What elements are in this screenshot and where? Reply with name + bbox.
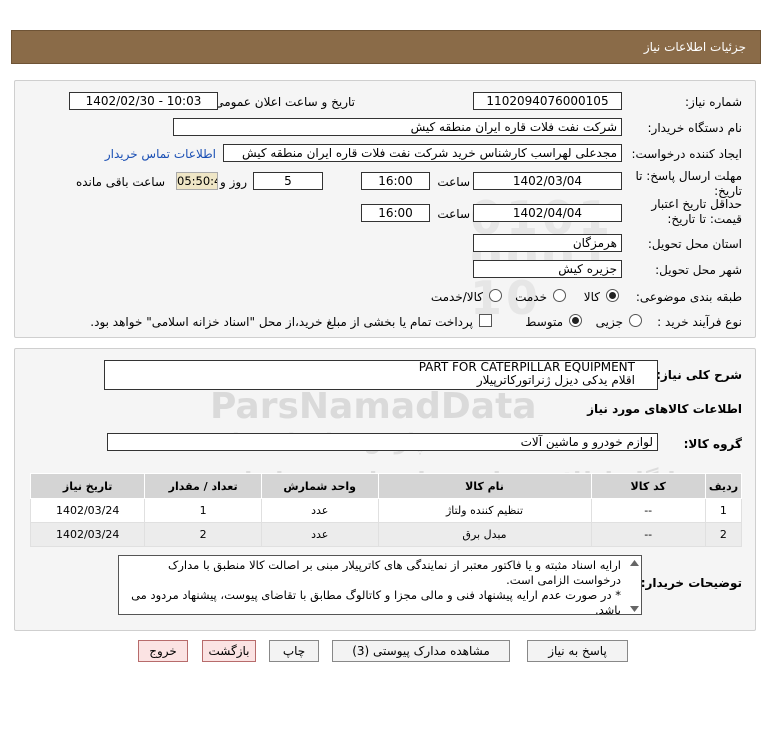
col-quantity: تعداد / مقدار <box>144 473 262 499</box>
process-minor-radio[interactable] <box>629 314 642 327</box>
city-field: جزیره کیش <box>473 260 622 278</box>
page-title: جزئیات اطلاعات نیاز <box>643 40 746 54</box>
category-label: طبقه بندی موضوعی: <box>635 290 742 304</box>
category-service-radio[interactable] <box>553 289 566 302</box>
category-goods-service-radio[interactable] <box>489 289 502 302</box>
table-row: 1402/03/24 2 عدد مبدل برق -- 2 <box>29 522 743 547</box>
category-goods-service-label: کالا/خدمت <box>430 290 483 304</box>
cell-row-number: 1 <box>704 498 743 523</box>
buyer-notes-text: ارایه اسناد مثبته و یا فاکتور معتبر از ن… <box>131 558 621 615</box>
cell-item-name: مبدل برق <box>377 522 592 547</box>
table-row: 1402/03/24 1 عدد تنظیم کننده ولتاژ -- 1 <box>29 498 743 523</box>
remaining-time-field: 05:50:43 <box>176 172 218 190</box>
cell-need-date: 1402/03/24 <box>29 522 146 547</box>
col-need-date: تاریخ نیاز <box>29 473 146 499</box>
days-field: 5 <box>253 172 323 190</box>
summary-line-2: اقلام یدکی دیزل ژنراتورکاترپیلار <box>476 373 635 387</box>
need-number-field: 1102094076000105 <box>473 92 622 110</box>
exit-button[interactable]: خروج <box>138 640 188 662</box>
buyer-notes-label: توضیحات خریدار: <box>640 576 742 590</box>
summary-field: PART FOR CATERPILLAR EQUIPMENT اقلام یدک… <box>104 360 658 390</box>
buyer-org-field: شرکت نفت فلات قاره ایران منطقه کیش <box>173 118 622 136</box>
validity-date-field: 1402/04/04 <box>473 204 622 222</box>
buyer-contact-link[interactable]: اطلاعات تماس خریدار <box>105 147 216 161</box>
cell-unit: عدد <box>260 498 379 523</box>
province-label: استان محل تحویل: <box>647 237 742 251</box>
buyer-notes-box[interactable]: ارایه اسناد مثبته و یا فاکتور معتبر از ن… <box>118 555 642 615</box>
reply-time-label: ساعت <box>437 175 470 189</box>
cell-quantity: 2 <box>144 522 262 547</box>
process-minor-label: جزیی <box>595 315 623 329</box>
cell-item-code: -- <box>590 522 706 547</box>
view-attachments-button[interactable]: مشاهده مدارک پیوستی (3) <box>332 640 510 662</box>
cell-unit: عدد <box>260 522 379 547</box>
process-medium-radio[interactable] <box>569 314 582 327</box>
col-row-number: ردیف <box>704 473 743 499</box>
goods-info-title: اطلاعات کالاهای مورد نیاز <box>587 402 742 416</box>
goods-table: تاریخ نیاز تعداد / مقدار واحد شمارش نام … <box>29 473 743 547</box>
col-item-code: کد کالا <box>590 473 706 499</box>
cell-item-code: -- <box>590 498 706 523</box>
reply-button[interactable]: پاسخ به نیاز <box>527 640 628 662</box>
page: جزئیات اطلاعات نیاز 0101000110 شماره نیا… <box>0 0 770 745</box>
reply-date-field: 1402/03/04 <box>473 172 622 190</box>
city-label: شهر محل تحویل: <box>655 263 742 277</box>
treasury-payment-note: پرداخت تمام یا بخشی از مبلغ خرید،از محل … <box>90 315 473 329</box>
print-button[interactable]: چاپ <box>269 640 319 662</box>
goods-group-field: لوازم خودرو و ماشین آلات <box>107 433 658 451</box>
announce-date-field: 1402/02/30 - 10:03 <box>69 92 218 110</box>
price-validity-label: حداقل تاریخ اعتبار قیمت: تا تاریخ: <box>651 197 742 226</box>
goods-group-label: گروه کالا: <box>683 437 742 451</box>
process-type-label: نوع فرآیند خرید : <box>657 315 742 329</box>
cell-item-name: تنظیم کننده ولتاژ <box>377 498 592 523</box>
cell-need-date: 1402/03/24 <box>29 498 146 523</box>
announce-date-label: تاریخ و ساعت اعلان عمومی: <box>210 95 355 109</box>
requester-label: ایجاد کننده درخواست: <box>631 147 742 161</box>
category-goods-radio[interactable] <box>606 289 619 302</box>
process-medium-label: متوسط <box>525 315 563 329</box>
category-service-label: خدمت <box>515 290 547 304</box>
province-field: هرمزگان <box>473 234 622 252</box>
col-unit: واحد شمارش <box>260 473 379 499</box>
reply-time-field: 16:00 <box>361 172 430 190</box>
validity-time-field: 16:00 <box>361 204 430 222</box>
category-goods-label: کالا <box>583 290 600 304</box>
days-label: روز و <box>220 175 247 189</box>
col-item-name: نام کالا <box>377 473 592 499</box>
reply-deadline-label: مهلت ارسال پاسخ: تا تاریخ: <box>635 169 742 198</box>
buyer-org-label: نام دستگاه خریدار: <box>647 121 743 135</box>
scrollbar-arrows-icon[interactable] <box>630 560 639 612</box>
back-button[interactable]: بازگشت <box>202 640 256 662</box>
validity-time-label: ساعت <box>437 207 470 221</box>
requester-field: مجدعلی لهراسب کارشناس خرید شرکت نفت فلات… <box>223 144 622 162</box>
cell-quantity: 1 <box>144 498 262 523</box>
summary-label: شرح کلی نیاز: <box>656 368 742 382</box>
treasury-payment-checkbox[interactable] <box>479 314 492 327</box>
remaining-time-label: ساعت باقی مانده <box>75 175 165 189</box>
goods-table-header: تاریخ نیاز تعداد / مقدار واحد شمارش نام … <box>29 473 743 499</box>
cell-row-number: 2 <box>704 522 743 547</box>
page-header: جزئیات اطلاعات نیاز <box>11 30 761 64</box>
need-number-label: شماره نیاز: <box>685 95 742 109</box>
